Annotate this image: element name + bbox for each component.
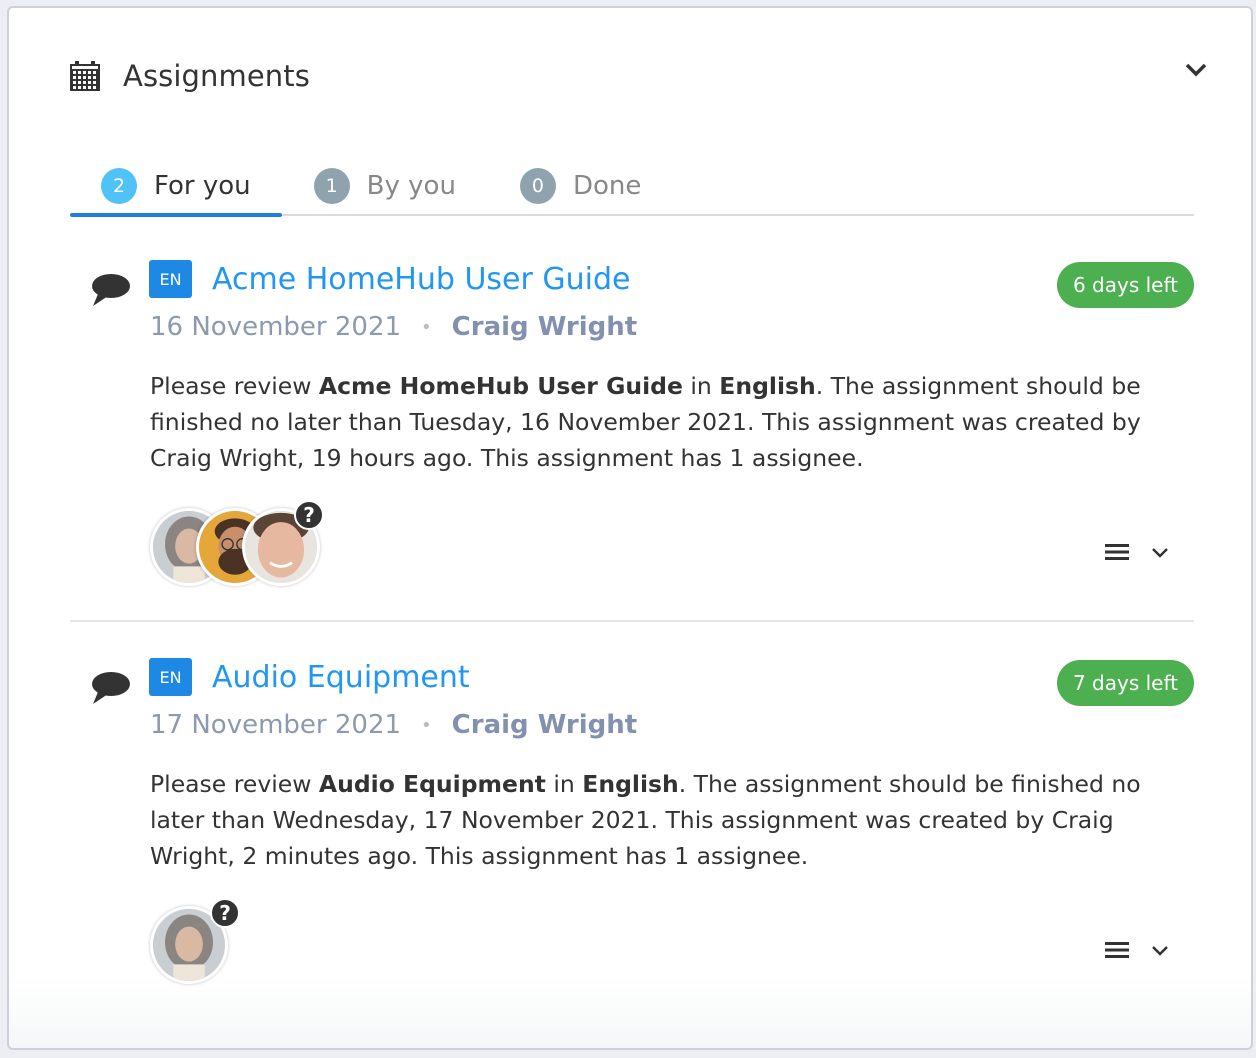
assignment-meta: 17 November 2021 • Craig Wright	[150, 710, 637, 740]
author-link[interactable]: Craig Wright	[452, 710, 638, 740]
chevron-down-icon[interactable]	[1150, 545, 1170, 561]
due-date: 16 November 2021	[150, 312, 402, 342]
tab-label: For you	[154, 171, 251, 201]
comment-icon[interactable]	[90, 670, 132, 706]
assignment-title-link[interactable]: Acme HomeHub User Guide	[212, 262, 630, 297]
tab-by-you[interactable]: 1 By you	[282, 158, 488, 214]
question-icon: ?	[210, 898, 240, 928]
separator: •	[421, 316, 432, 338]
tab-count-badge: 1	[313, 168, 350, 204]
assignment-item: EN Acme HomeHub User Guide 6 days left 1…	[70, 240, 1194, 622]
desc-document: Audio Equipment	[318, 770, 546, 798]
tab-label: By you	[366, 171, 456, 201]
chevron-down-icon[interactable]	[1183, 60, 1209, 80]
comment-icon[interactable]	[90, 272, 132, 308]
assignment-description: Please review Acme HomeHub User Guide in…	[150, 368, 1200, 476]
desc-document: Acme HomeHub User Guide	[318, 372, 683, 400]
days-left-badge: 6 days left	[1056, 262, 1194, 308]
days-left-badge: 7 days left	[1056, 660, 1194, 706]
hamburger-menu-icon[interactable]	[1104, 542, 1130, 562]
desc-text: Please review	[150, 770, 319, 798]
language-badge: EN	[149, 658, 192, 696]
tab-for-you[interactable]: 2 For you	[70, 158, 282, 217]
tab-count-badge: 0	[519, 168, 556, 204]
desc-text: Please review	[150, 372, 319, 400]
tab-done[interactable]: 0 Done	[488, 158, 673, 214]
assignment-title-link[interactable]: Audio Equipment	[212, 660, 470, 695]
hamburger-menu-icon[interactable]	[1104, 940, 1130, 960]
language-badge: EN	[149, 260, 192, 298]
separator: •	[421, 714, 432, 736]
tab-label: Done	[572, 171, 642, 201]
assignments-panel: Assignments 2 For you 1 By you 0 Done EN…	[7, 6, 1253, 1050]
assignment-item: EN Audio Equipment 7 days left 17 Novemb…	[70, 638, 1194, 1018]
desc-language: English	[582, 770, 679, 798]
desc-text: in	[545, 770, 583, 798]
panel-header: Assignments	[69, 56, 310, 96]
assignment-description: Please review Audio Equipment in English…	[150, 766, 1200, 874]
tab-count-badge: 2	[101, 168, 137, 204]
panel-title: Assignments	[123, 59, 310, 93]
assignment-tabs: 2 For you 1 By you 0 Done	[70, 158, 1194, 217]
assignee-avatars: ?	[150, 898, 240, 986]
assignment-meta: 16 November 2021 • Craig Wright	[150, 312, 637, 342]
question-icon: ?	[294, 500, 324, 530]
desc-text: in	[682, 372, 720, 400]
calendar-icon	[70, 61, 100, 91]
due-date: 17 November 2021	[150, 710, 402, 740]
assignee-avatars: ?	[150, 500, 324, 588]
author-link[interactable]: Craig Wright	[452, 312, 638, 342]
desc-language: English	[719, 372, 816, 400]
chevron-down-icon[interactable]	[1150, 943, 1170, 959]
